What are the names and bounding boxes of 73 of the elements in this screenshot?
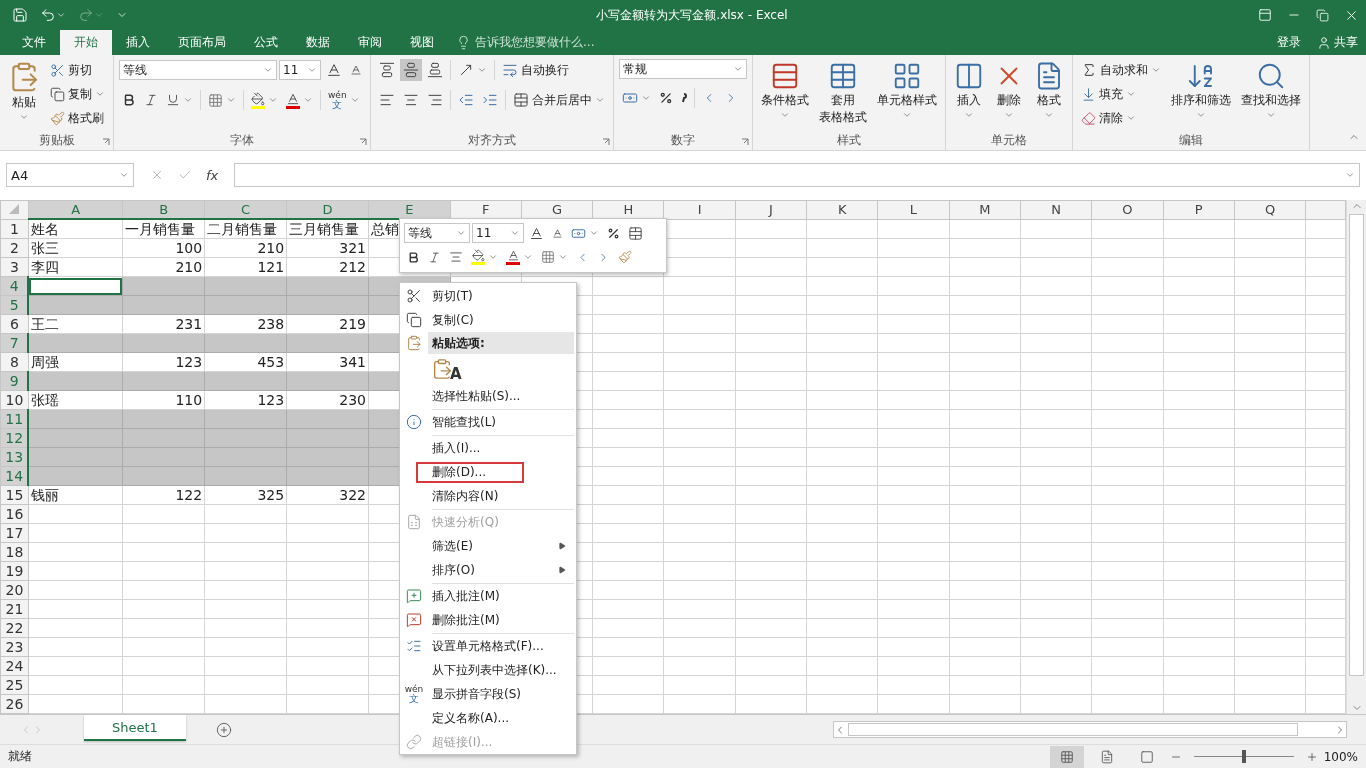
number-format-field[interactable]: 常规 bbox=[619, 59, 747, 79]
font-name-field[interactable]: 等线 bbox=[404, 223, 470, 243]
ribbon-tab[interactable]: 文件 bbox=[8, 30, 60, 55]
menu-item[interactable]: 插入(I)... bbox=[400, 436, 576, 460]
window-title: 小写金额转为大写金额.xlsx - Excel bbox=[595, 6, 789, 24]
group-label: 数字 bbox=[671, 132, 695, 149]
column-header[interactable]: K bbox=[806, 200, 878, 219]
column-header[interactable]: E bbox=[368, 200, 450, 219]
tell-me-field[interactable]: 告诉我您想要做什么... bbox=[475, 34, 595, 51]
row-header[interactable]: 1 bbox=[0, 219, 29, 239]
group-label: 样式 bbox=[837, 132, 861, 149]
clear-button[interactable]: 清除 bbox=[1078, 107, 1164, 129]
paste-button[interactable]: 粘贴 bbox=[5, 59, 43, 132]
conditional-formatting-button[interactable]: 条件格式 bbox=[758, 59, 812, 132]
menu-item[interactable]: 定义名称(A)... bbox=[400, 706, 576, 730]
zoom-level: 100% bbox=[1323, 749, 1358, 764]
column-header[interactable]: L bbox=[877, 200, 950, 219]
font-size-field[interactable]: 11 bbox=[472, 223, 524, 243]
column-header[interactable]: I bbox=[663, 200, 736, 219]
merge-center-button[interactable]: 合并后居中 bbox=[510, 89, 608, 111]
ribbon-tab[interactable]: 视图 bbox=[396, 30, 448, 55]
column-header[interactable]: Q bbox=[1234, 200, 1306, 219]
column-header[interactable]: B bbox=[122, 200, 205, 219]
ribbon-tab[interactable]: 开始 bbox=[60, 30, 112, 55]
name-box[interactable]: A4 bbox=[6, 163, 134, 187]
column-header[interactable]: D bbox=[286, 200, 369, 219]
ribbon-tab[interactable]: 数据 bbox=[292, 30, 344, 55]
phonetic-icon: wén 文 bbox=[328, 91, 347, 109]
wrap-text-button[interactable]: 自动换行 bbox=[499, 59, 572, 81]
phonetic-button[interactable]: wén 文 bbox=[325, 89, 363, 111]
column-header[interactable]: M bbox=[949, 200, 1021, 219]
format-painter-button[interactable]: 格式刷 bbox=[47, 107, 108, 129]
autosum-button[interactable]: 自动求和 bbox=[1078, 59, 1164, 81]
column-header[interactable]: P bbox=[1163, 200, 1235, 219]
menu-item[interactable]: 筛选(E) bbox=[400, 534, 576, 558]
cut-button[interactable]: 剪切 bbox=[47, 59, 108, 81]
status-text: 就绪 bbox=[8, 748, 32, 765]
delete-cells-button[interactable]: 删除 bbox=[991, 59, 1027, 132]
paste-option-button[interactable]: A bbox=[428, 358, 465, 380]
sheet-tab[interactable]: Sheet1 bbox=[84, 715, 186, 741]
phonetic-icon: wén 文 bbox=[404, 685, 424, 703]
ribbon-tab[interactable]: 页面布局 bbox=[164, 30, 240, 55]
column-header[interactable]: C bbox=[204, 200, 287, 219]
group-label: 对齐方式 bbox=[468, 132, 516, 149]
group-label: 字体 bbox=[230, 132, 254, 149]
insert-function-button[interactable]: fx bbox=[206, 167, 219, 183]
ribbon-tab[interactable]: 公式 bbox=[240, 30, 292, 55]
sign-in-link[interactable]: 登录 bbox=[1269, 30, 1309, 55]
cell-styles-button[interactable]: 单元格样式 bbox=[874, 59, 940, 132]
column-header[interactable]: J bbox=[735, 200, 807, 219]
group-label: 编辑 bbox=[1179, 132, 1203, 149]
font-size-field[interactable]: 11 bbox=[279, 60, 321, 80]
font-name-field[interactable]: 等线 bbox=[119, 60, 277, 80]
copy-button[interactable]: 复制 bbox=[47, 83, 108, 105]
menu-item[interactable]: 复制(C) bbox=[400, 308, 576, 332]
find-select-button[interactable]: 查找和选择 bbox=[1238, 59, 1304, 132]
column-header[interactable]: N bbox=[1020, 200, 1092, 219]
menu-item[interactable]: 插入批注(M) bbox=[400, 584, 576, 608]
menu-item[interactable]: 从下拉列表中选择(K)... bbox=[400, 658, 576, 682]
format-as-table-button[interactable]: 套用 表格格式 bbox=[816, 59, 870, 132]
menu-item[interactable]: 剪切(T) bbox=[400, 284, 576, 308]
group-label: 剪贴板 bbox=[38, 132, 75, 149]
menu-item[interactable]: 设置单元格格式(F)... bbox=[400, 634, 576, 658]
sort-filter-button[interactable]: 排序和筛选 bbox=[1168, 59, 1234, 132]
format-cells-button[interactable]: 格式 bbox=[1031, 59, 1067, 132]
ribbon-tab[interactable]: 审阅 bbox=[344, 30, 396, 55]
fill-button[interactable]: 填充 bbox=[1078, 83, 1164, 105]
ribbon-tab[interactable]: 插入 bbox=[112, 30, 164, 55]
share-button[interactable]: 共享 bbox=[1309, 30, 1366, 55]
column-header[interactable]: O bbox=[1091, 200, 1164, 219]
insert-cells-button[interactable]: 插入 bbox=[951, 59, 987, 132]
group-label: 单元格 bbox=[991, 132, 1027, 149]
column-header[interactable]: A bbox=[28, 200, 123, 219]
